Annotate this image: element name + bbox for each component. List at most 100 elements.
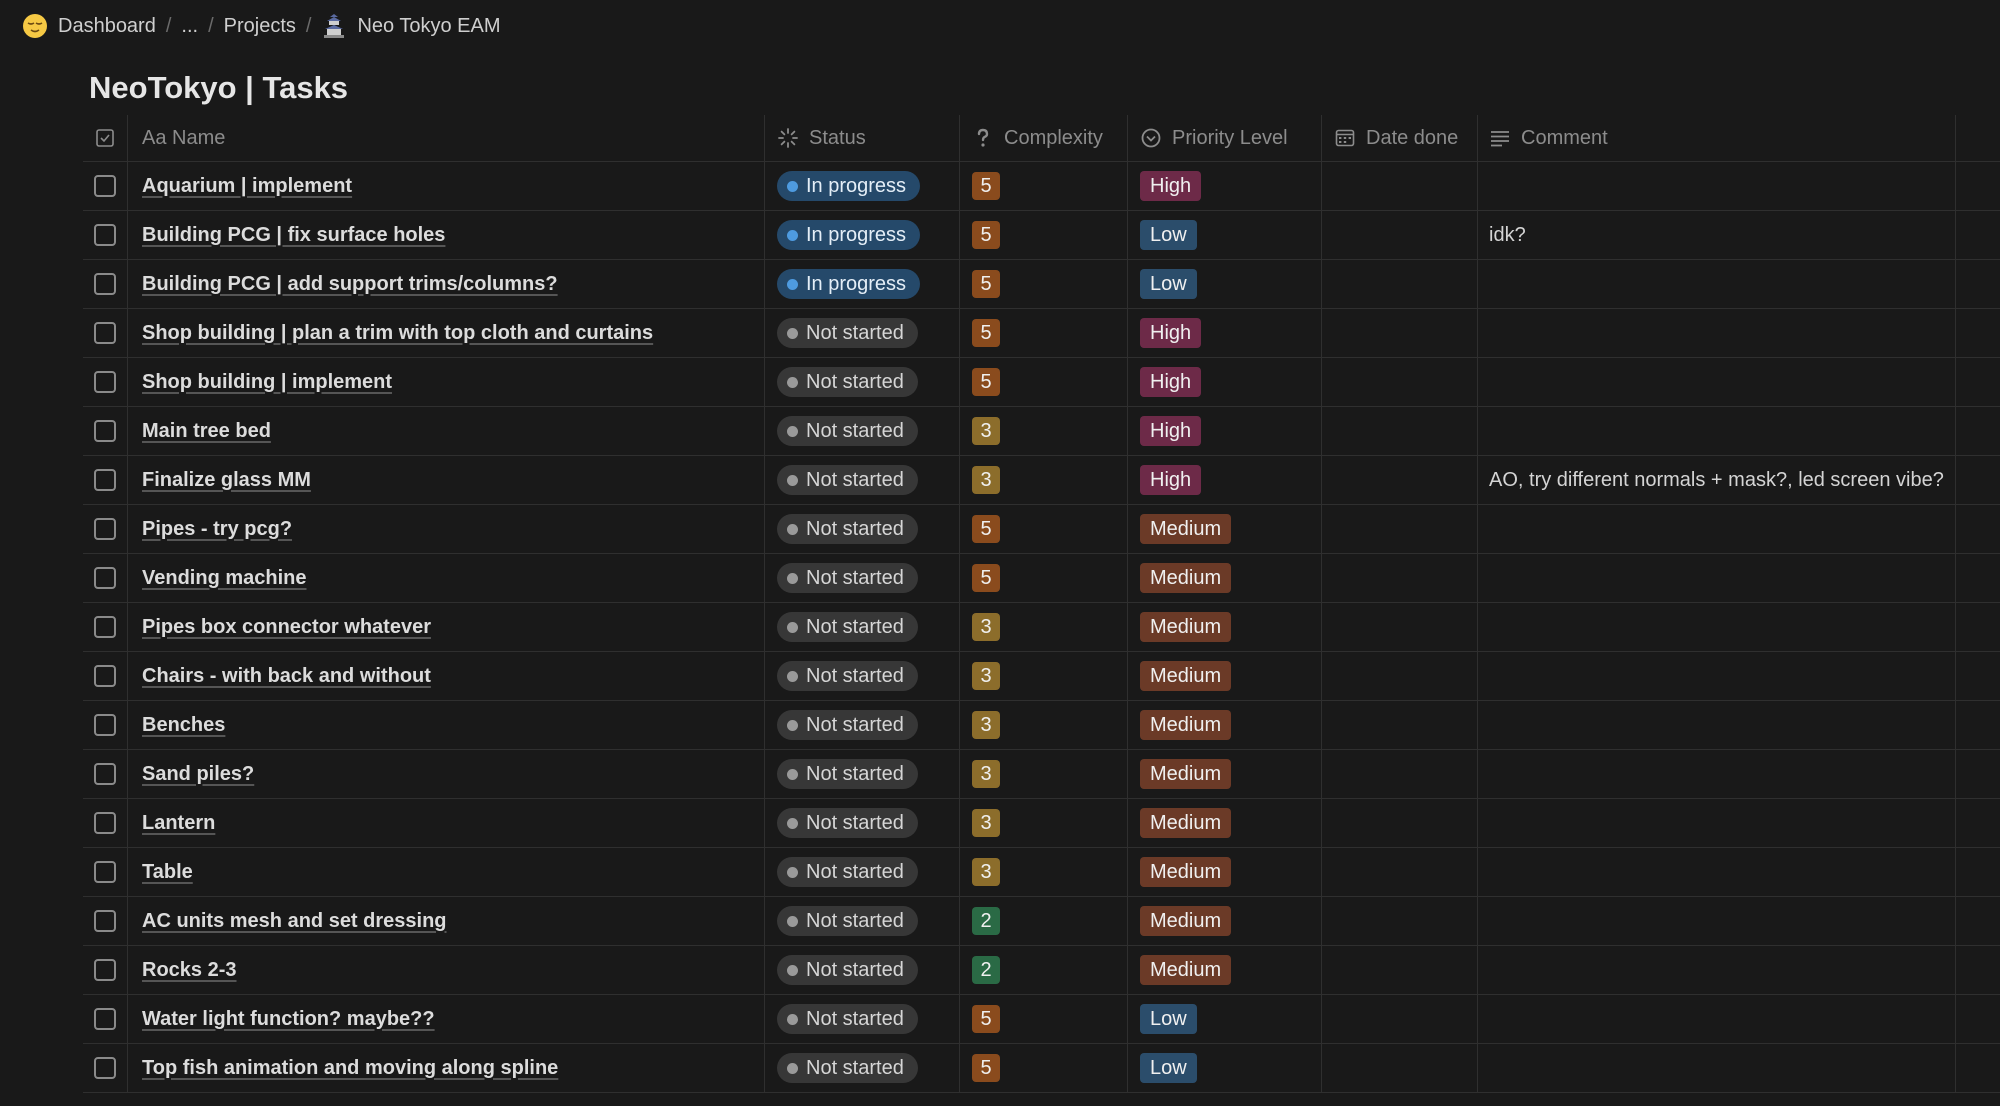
status-badge[interactable]: Not started xyxy=(777,759,918,789)
comment-cell[interactable] xyxy=(1478,897,1956,945)
task-name-cell[interactable]: Top fish animation and moving along spli… xyxy=(128,1044,765,1092)
status-badge[interactable]: Not started xyxy=(777,612,918,642)
date-done-cell[interactable] xyxy=(1322,750,1478,798)
row-checkbox[interactable] xyxy=(94,763,116,785)
row-checkbox-cell[interactable] xyxy=(83,554,128,602)
task-name[interactable]: Sand piles? xyxy=(142,763,254,786)
task-name[interactable]: Chairs - with back and without xyxy=(142,665,431,688)
status-badge[interactable]: Not started xyxy=(777,563,918,593)
task-name-cell[interactable]: Main tree bed xyxy=(128,407,765,455)
status-badge[interactable]: Not started xyxy=(777,857,918,887)
column-header-complexity[interactable]: Complexity xyxy=(960,115,1128,161)
task-name[interactable]: Shop building | plan a trim with top clo… xyxy=(142,322,653,345)
task-name-cell[interactable]: Building PCG | fix surface holes xyxy=(128,211,765,259)
row-checkbox[interactable] xyxy=(94,175,116,197)
table-row[interactable]: Building PCG | fix surface holes In prog… xyxy=(83,211,2000,260)
priority-cell[interactable]: Medium xyxy=(1128,603,1322,651)
task-name-cell[interactable]: Shop building | plan a trim with top clo… xyxy=(128,309,765,357)
comment-cell[interactable] xyxy=(1478,358,1956,406)
priority-cell[interactable]: High xyxy=(1128,309,1322,357)
task-name-cell[interactable]: Table xyxy=(128,848,765,896)
breadcrumb-item-neo-tokyo-eam[interactable]: Neo Tokyo EAM xyxy=(315,13,506,39)
complexity-cell[interactable]: 5 xyxy=(960,260,1128,308)
comment-cell[interactable] xyxy=(1478,603,1956,651)
status-cell[interactable]: Not started xyxy=(765,848,960,896)
task-name-cell[interactable]: Shop building | implement xyxy=(128,358,765,406)
complexity-cell[interactable]: 3 xyxy=(960,701,1128,749)
date-done-cell[interactable] xyxy=(1322,554,1478,602)
complexity-cell[interactable]: 3 xyxy=(960,652,1128,700)
status-cell[interactable]: Not started xyxy=(765,750,960,798)
row-checkbox[interactable] xyxy=(94,665,116,687)
task-name-cell[interactable]: Pipes box connector whatever xyxy=(128,603,765,651)
priority-cell[interactable]: High xyxy=(1128,358,1322,406)
comment-cell[interactable] xyxy=(1478,260,1956,308)
priority-cell[interactable]: Low xyxy=(1128,995,1322,1043)
table-row[interactable]: Building PCG | add support trims/columns… xyxy=(83,260,2000,309)
priority-cell[interactable]: Medium xyxy=(1128,799,1322,847)
status-cell[interactable]: In progress xyxy=(765,162,960,210)
complexity-cell[interactable]: 5 xyxy=(960,554,1128,602)
column-header-name[interactable]: Aa Name xyxy=(128,115,765,161)
task-name[interactable]: Vending machine xyxy=(142,567,306,590)
priority-cell[interactable]: Medium xyxy=(1128,505,1322,553)
date-done-cell[interactable] xyxy=(1322,456,1478,504)
status-cell[interactable]: Not started xyxy=(765,897,960,945)
priority-cell[interactable]: Medium xyxy=(1128,554,1322,602)
task-name[interactable]: Main tree bed xyxy=(142,420,271,443)
table-row[interactable]: Aquarium | implement In progress 5 High xyxy=(83,162,2000,211)
breadcrumb-item-dashboard[interactable]: Dashboard xyxy=(16,13,162,39)
status-badge[interactable]: In progress xyxy=(777,220,921,250)
task-name-cell[interactable]: Water light function? maybe?? xyxy=(128,995,765,1043)
priority-cell[interactable]: Medium xyxy=(1128,750,1322,798)
column-header-status[interactable]: Status xyxy=(765,115,960,161)
date-done-cell[interactable] xyxy=(1322,260,1478,308)
table-row[interactable]: Main tree bed Not started 3 High xyxy=(83,407,2000,456)
date-done-cell[interactable] xyxy=(1322,995,1478,1043)
row-checkbox[interactable] xyxy=(94,469,116,491)
table-row[interactable]: Vending machine Not started 5 Medium xyxy=(83,554,2000,603)
status-cell[interactable]: Not started xyxy=(765,505,960,553)
status-cell[interactable]: Not started xyxy=(765,309,960,357)
task-name[interactable]: Water light function? maybe?? xyxy=(142,1008,435,1031)
complexity-cell[interactable]: 5 xyxy=(960,162,1128,210)
status-badge[interactable]: Not started xyxy=(777,416,918,446)
complexity-cell[interactable]: 2 xyxy=(960,946,1128,994)
task-name-cell[interactable]: Chairs - with back and without xyxy=(128,652,765,700)
status-cell[interactable]: In progress xyxy=(765,260,960,308)
complexity-cell[interactable]: 5 xyxy=(960,309,1128,357)
row-checkbox-cell[interactable] xyxy=(83,456,128,504)
row-checkbox-cell[interactable] xyxy=(83,946,128,994)
status-badge[interactable]: Not started xyxy=(777,906,918,936)
row-checkbox[interactable] xyxy=(94,518,116,540)
comment-cell[interactable] xyxy=(1478,505,1956,553)
row-checkbox[interactable] xyxy=(94,812,116,834)
task-name-cell[interactable]: Pipes - try pcg? xyxy=(128,505,765,553)
date-done-cell[interactable] xyxy=(1322,848,1478,896)
table-row[interactable]: Chairs - with back and without Not start… xyxy=(83,652,2000,701)
date-done-cell[interactable] xyxy=(1322,701,1478,749)
task-name[interactable]: Pipes - try pcg? xyxy=(142,518,292,541)
complexity-cell[interactable]: 3 xyxy=(960,407,1128,455)
table-row[interactable]: Benches Not started 3 Medium xyxy=(83,701,2000,750)
task-name[interactable]: Aquarium | implement xyxy=(142,175,352,198)
row-checkbox-cell[interactable] xyxy=(83,897,128,945)
status-cell[interactable]: Not started xyxy=(765,603,960,651)
row-checkbox[interactable] xyxy=(94,910,116,932)
task-name[interactable]: Pipes box connector whatever xyxy=(142,616,431,639)
header-select-all[interactable] xyxy=(83,115,128,161)
priority-cell[interactable]: Medium xyxy=(1128,848,1322,896)
status-cell[interactable]: In progress xyxy=(765,211,960,259)
status-badge[interactable]: Not started xyxy=(777,710,918,740)
date-done-cell[interactable] xyxy=(1322,407,1478,455)
table-row[interactable]: Lantern Not started 3 Medium xyxy=(83,799,2000,848)
status-badge[interactable]: In progress xyxy=(777,269,921,299)
status-cell[interactable]: Not started xyxy=(765,456,960,504)
row-checkbox[interactable] xyxy=(94,616,116,638)
status-badge[interactable]: Not started xyxy=(777,318,918,348)
task-name-cell[interactable]: Vending machine xyxy=(128,554,765,602)
priority-cell[interactable]: High xyxy=(1128,456,1322,504)
task-name-cell[interactable]: AC units mesh and set dressing xyxy=(128,897,765,945)
complexity-cell[interactable]: 3 xyxy=(960,456,1128,504)
row-checkbox[interactable] xyxy=(94,273,116,295)
